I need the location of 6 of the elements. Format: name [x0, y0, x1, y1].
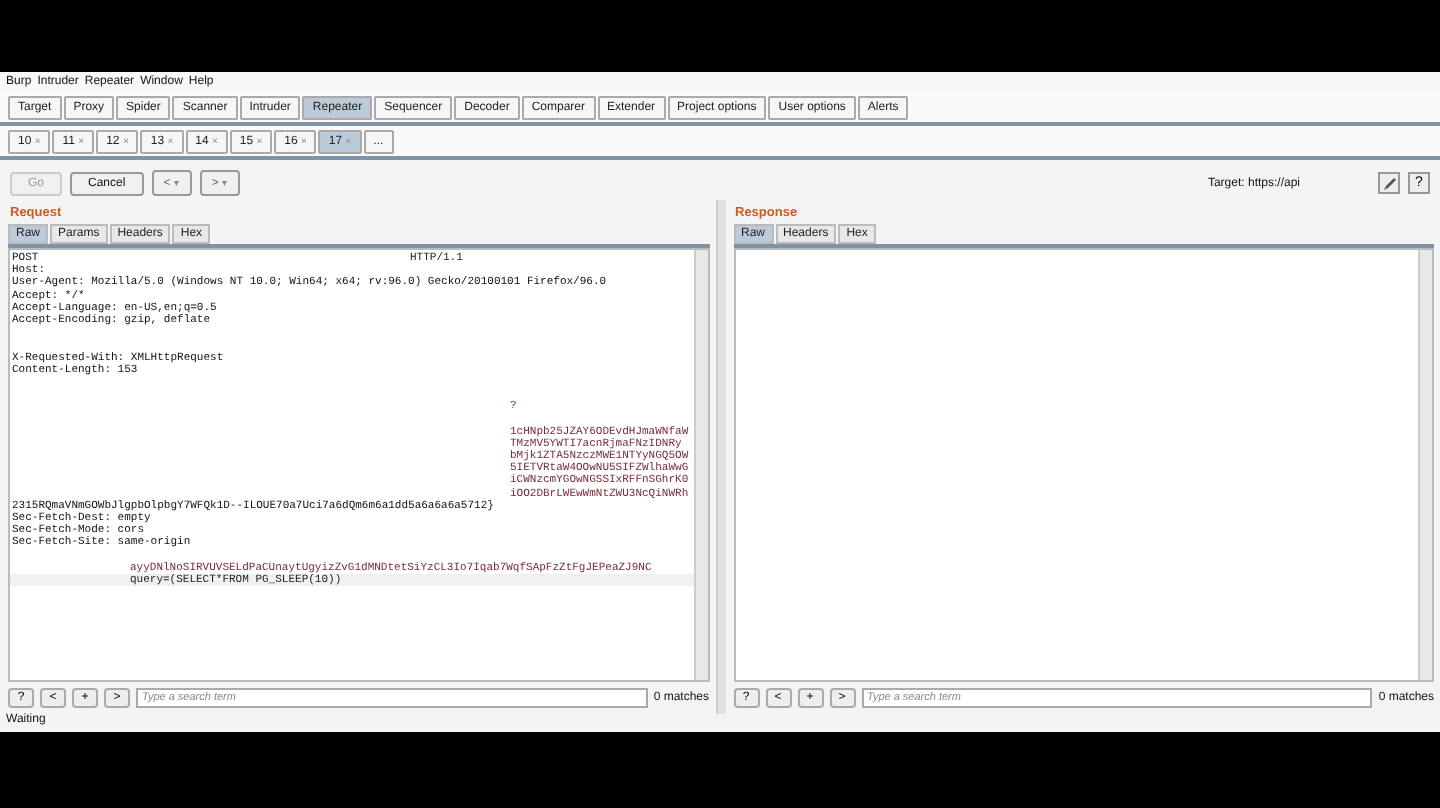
response-editor[interactable]: [733, 248, 1434, 682]
edit-target-button[interactable]: [1378, 172, 1400, 194]
request-editor[interactable]: [8, 248, 709, 682]
scrollbar[interactable]: [1418, 250, 1432, 680]
scrollbar[interactable]: [693, 250, 707, 680]
pencil-icon: [1381, 175, 1397, 191]
